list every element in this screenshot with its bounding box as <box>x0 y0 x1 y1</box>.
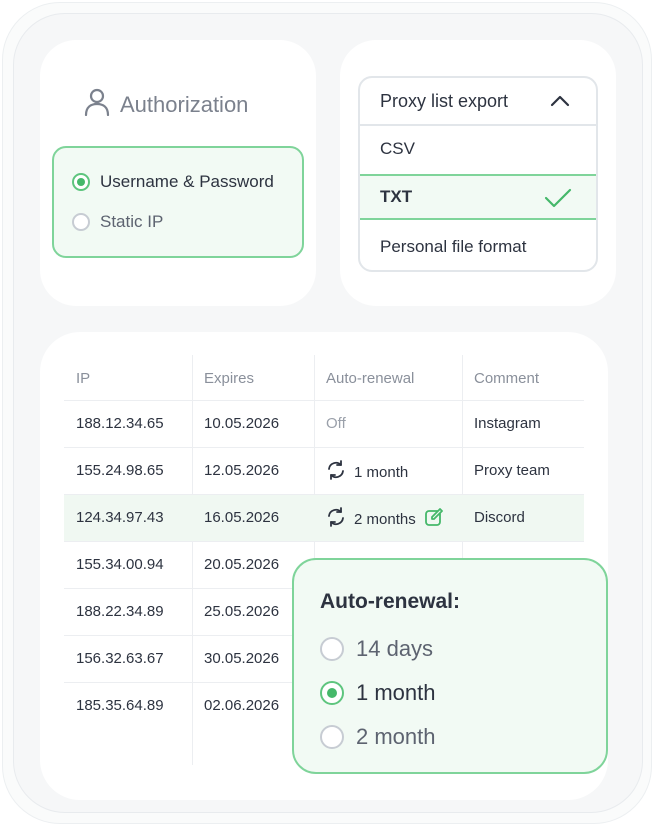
renewal-option-label: 1 month <box>356 680 436 705</box>
cell-renewal[interactable]: Off <box>326 415 346 432</box>
cell-expires: 10.05.2026 <box>204 415 280 432</box>
export-option-label: Personal file format <box>380 237 527 256</box>
export-dropdown-title: Proxy list export <box>380 90 509 111</box>
auth-option-label: Static IP <box>100 212 164 231</box>
cell-expires: 16.05.2026 <box>204 509 280 526</box>
renewal-label: 1 month <box>354 463 409 481</box>
popup-title: Auto-renewal: <box>320 590 461 613</box>
cell-expires: 20.05.2026 <box>204 556 280 573</box>
renewal-label: 2 months <box>354 510 416 528</box>
cell-ip: 124.34.97.43 <box>76 509 164 526</box>
cell-comment: Discord <box>474 509 525 526</box>
radio-selected-icon[interactable] <box>320 681 344 705</box>
radio-icon[interactable] <box>320 725 344 749</box>
cell-ip: 155.34.00.94 <box>76 556 164 573</box>
radio-icon[interactable] <box>72 213 90 231</box>
cell-comment: Proxy team <box>474 462 550 479</box>
cell-ip: 156.32.63.67 <box>76 650 164 667</box>
authorization-title: Authorization <box>120 92 249 117</box>
user-icon <box>84 88 110 122</box>
radio-icon[interactable] <box>320 637 344 661</box>
export-option-txt[interactable]: TXT <box>360 174 596 220</box>
export-option-personal[interactable]: Personal file format <box>360 224 596 270</box>
column-header-comment[interactable]: Comment <box>474 370 539 387</box>
cell-renewal[interactable]: 2 months <box>326 507 444 531</box>
export-option-csv[interactable]: CSV <box>360 126 596 172</box>
column-header-ip[interactable]: IP <box>76 370 90 387</box>
renewal-option-label: 2 month <box>356 724 436 749</box>
cell-expires: 30.05.2026 <box>204 650 280 667</box>
column-header-auto-renewal[interactable]: Auto-renewal <box>326 370 414 387</box>
export-option-label: CSV <box>380 139 415 158</box>
cell-ip: 155.24.98.65 <box>76 462 164 479</box>
cell-renewal[interactable]: 1 month <box>326 460 408 484</box>
auth-option-label: Username & Password <box>100 172 274 191</box>
cell-comment: Instagram <box>474 415 541 432</box>
chevron-up-icon[interactable] <box>550 91 570 112</box>
export-dropdown: Proxy list export CSV TXT Personal file … <box>358 76 598 272</box>
renewal-option-label: 14 days <box>356 636 434 661</box>
renewal-option-14-days[interactable]: 14 days <box>320 636 433 662</box>
renewal-option-1-month[interactable]: 1 month <box>320 680 436 706</box>
radio-selected-icon[interactable] <box>72 173 90 191</box>
authorization-options: Username & Password Static IP <box>52 146 304 258</box>
refresh-icon <box>326 507 346 531</box>
cell-expires: 25.05.2026 <box>204 603 280 620</box>
auto-renewal-popup: Auto-renewal: 14 days 1 month 2 month <box>292 558 608 774</box>
authorization-header: Authorization <box>84 88 248 122</box>
export-dropdown-header[interactable]: Proxy list export <box>360 78 596 126</box>
column-header-expires[interactable]: Expires <box>204 370 254 387</box>
auth-option-static-ip[interactable]: Static IP <box>72 212 163 232</box>
cell-expires: 02.06.2026 <box>204 697 280 714</box>
table-row-highlighted[interactable]: 124.34.97.43 16.05.2026 2 months Discord <box>64 494 584 541</box>
renewal-option-2-month[interactable]: 2 month <box>320 724 436 750</box>
cell-ip: 188.12.34.65 <box>76 415 164 432</box>
export-option-label: TXT <box>380 187 413 206</box>
checkmark-icon <box>544 187 572 214</box>
auth-option-username-password[interactable]: Username & Password <box>72 172 274 192</box>
table-row[interactable]: 155.24.98.65 12.05.2026 1 month Proxy te… <box>64 447 584 494</box>
cell-expires: 12.05.2026 <box>204 462 280 479</box>
refresh-icon <box>326 460 346 484</box>
cell-ip: 188.22.34.89 <box>76 603 164 620</box>
table-row[interactable]: 188.12.34.65 10.05.2026 Off Instagram <box>64 400 584 447</box>
edit-icon[interactable] <box>424 507 444 531</box>
cell-ip: 185.35.64.89 <box>76 697 164 714</box>
